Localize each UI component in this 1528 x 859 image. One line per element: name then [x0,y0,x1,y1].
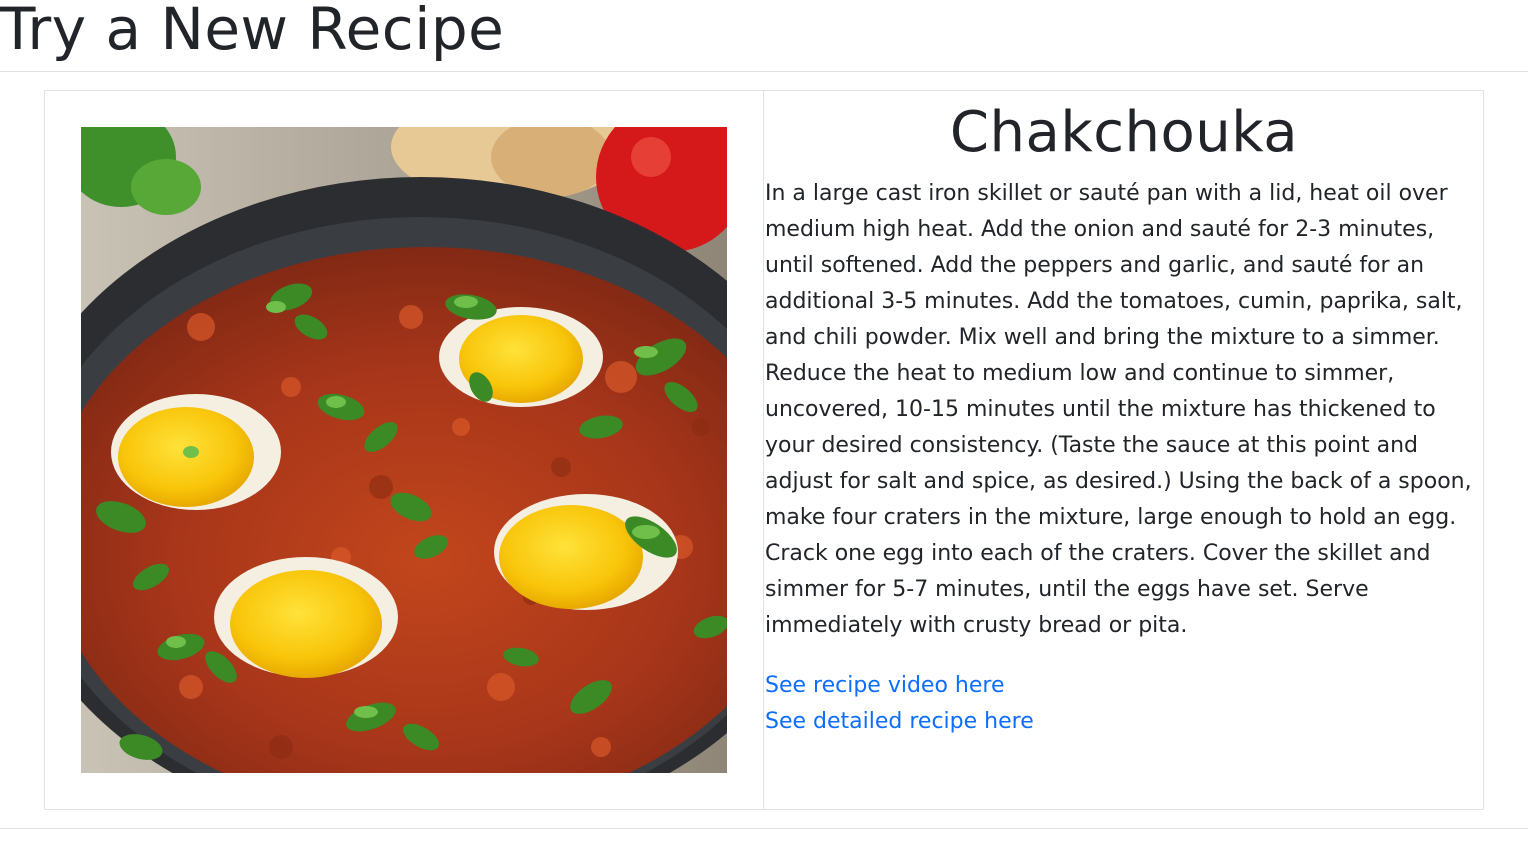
page-title: Try a New Recipe [0,0,505,63]
recipe-video-link[interactable]: See recipe video here [765,668,1005,704]
recipe-instructions: In a large cast iron skillet or sauté pa… [765,181,1472,638]
recipe-image-cell [45,91,764,809]
recipe-photo-illustration [81,127,727,773]
header-divider [0,71,1528,72]
detailed-recipe-link[interactable]: See detailed recipe here [765,704,1034,740]
recipe-photo [81,127,727,773]
recipe-card: Chakchouka In a large cast iron skillet … [44,90,1484,810]
recipe-text-cell: Chakchouka In a large cast iron skillet … [765,91,1483,809]
recipe-links: See recipe video here See detailed recip… [765,668,1483,740]
recipe-name: Chakchouka [949,100,1299,165]
footer-divider [0,828,1528,829]
